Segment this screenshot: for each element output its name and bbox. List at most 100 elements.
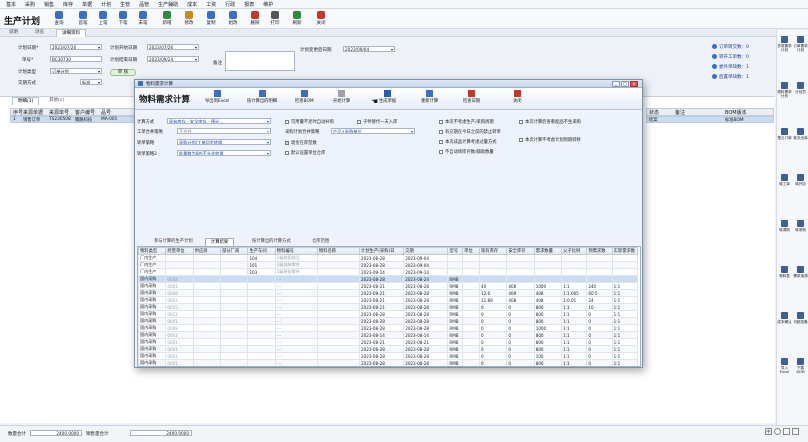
column-header[interactable]: 预需求数	[586, 247, 613, 255]
toolbar-button[interactable]: 首笔	[74, 10, 92, 28]
toolbar-button[interactable]: 查询	[50, 10, 68, 28]
table-row[interactable]: 国内采购 0008 --- 2023-08-21 2023-08-28 RMB 12.6 40…	[138, 289, 639, 297]
doc-no-field[interactable]: BC30730	[50, 56, 102, 62]
toolbar-button[interactable]: 修改	[180, 10, 198, 28]
minimize-icon[interactable]: _	[612, 81, 620, 87]
subtab-plans[interactable]: 参与计算的生产计划	[149, 238, 198, 246]
table-row[interactable]: 国内采购0001---2023-08-282023-08-28RMB008001…	[138, 345, 639, 353]
menu-item[interactable]: 行政	[225, 1, 235, 8]
menu-item[interactable]: 报表	[244, 1, 254, 8]
sidebar-button[interactable]: 导入Excel	[777, 358, 792, 376]
table-row[interactable]: 国内采购 0001 --- 2023-08-14 2023-08-14 RMB 0 0 800 1…	[138, 331, 639, 339]
end-date-field[interactable]: 2023/09/24	[147, 56, 199, 62]
column-header[interactable]: 型号	[447, 247, 464, 255]
convert-select[interactable]: 采购计划/工单同步转换	[177, 139, 271, 145]
close-icon[interactable]: ×	[630, 81, 638, 87]
change-date-field[interactable]: 2023/09/04	[343, 46, 395, 52]
table-row[interactable]: 结案 标准BOM	[646, 116, 774, 123]
table-row[interactable]: 国内采购 0001 --- 2023-08-28 2023-08-28 RMB 0 0 100 1…	[138, 352, 639, 360]
stat-order-transfer[interactable]: 订单转交数：0	[712, 44, 749, 50]
checkbox-auto-purchase[interactable]: 可用量不足时自动补购	[285, 119, 334, 125]
menu-item[interactable]: 维护	[263, 1, 273, 8]
menu-item[interactable]: 基本	[6, 1, 16, 8]
dialog-toolbar-button[interactable]: 重新计算	[421, 90, 438, 108]
dialog-toolbar-button[interactable]: 生成单据	[379, 90, 396, 108]
sidebar-button[interactable]: 物料表	[777, 266, 792, 284]
table-row[interactable]: 国内采购 0009 --- 2023-08-28 2023-08-28 RMB 0 0 1000…	[138, 324, 639, 332]
tab-description[interactable]: 说明	[4, 29, 23, 37]
sidebar-button[interactable]: 转请购	[777, 220, 792, 238]
column-header[interactable]: 现有库存	[478, 247, 508, 255]
column-header[interactable]: 生产车间	[247, 247, 276, 255]
toolbar-button[interactable]: 刷新	[288, 10, 306, 28]
menu-item[interactable]: 库存	[63, 1, 73, 8]
dialog-toolbar-button[interactable]: 检查日期	[463, 90, 480, 108]
toolbar-button[interactable]: 打印	[266, 10, 284, 28]
checkbox-overflow[interactable]: 本次成品计算考虑过量方式	[439, 139, 497, 145]
tab-browse[interactable]: 浏览	[30, 29, 49, 37]
table-row[interactable]: 国内采购0001---2023-08-282023-08-28RMB008001…	[138, 359, 639, 366]
toolbar-button[interactable]: 删除	[246, 10, 264, 28]
menu-item[interactable]: 计划	[101, 1, 111, 8]
table-row[interactable]: 国内采购 0015 --- 2023-08-21 2023-08-28 RMB 0 0 800 1…	[138, 303, 639, 311]
table-row[interactable]: 厂内生产 103 1级装配零件 2023-09-14 2023-09-14	[138, 268, 639, 276]
menu-item[interactable]: 工资	[206, 1, 216, 8]
sidebar-button[interactable]: 下载BOM	[793, 358, 808, 376]
subtab-method[interactable]: 按计算出的计算方式	[247, 238, 296, 246]
settings-icon[interactable]	[783, 428, 790, 435]
column-header[interactable]: 物料名称	[316, 247, 361, 255]
toolbar-button[interactable]: 末笔	[134, 10, 152, 28]
sidebar-button[interactable]: 预占订单	[777, 128, 792, 146]
sidebar-button[interactable]: 计划员	[793, 82, 808, 100]
checkbox-cash-stock[interactable]: ✓ 现金在库型数	[285, 140, 317, 146]
column-header[interactable]: 物料编号	[274, 247, 318, 255]
delivery-select[interactable]: 标准	[80, 79, 102, 85]
stat-post[interactable]: 后置单缺数：1	[712, 74, 749, 80]
sidebar-button[interactable]: 转工单	[777, 174, 792, 192]
table-row[interactable]: 厂内生产 101 1级部装零件 2023-08-28 2023-09-04	[138, 261, 639, 269]
tab-details[interactable]: 详细资料	[56, 29, 86, 37]
sidebar-button[interactable]: 批次出库	[793, 128, 808, 146]
menu-item[interactable]: 单据	[82, 1, 92, 8]
column-header[interactable]: 计划生产(采购)日	[359, 247, 405, 255]
column-header[interactable]: 实际需求数	[611, 247, 639, 255]
dialog-toolbar-button[interactable]: 导出到Excel	[205, 90, 229, 108]
plan-type-select[interactable]: 订单计划	[50, 68, 102, 74]
toolbar-button[interactable]: 组改	[224, 10, 242, 28]
column-header[interactable]: 父子比例	[561, 247, 588, 255]
menu-item[interactable]: 生产辅助	[158, 1, 178, 8]
column-header[interactable]: 单位	[462, 247, 480, 255]
column-header[interactable]: 安全库存	[506, 247, 535, 255]
column-header[interactable]: 交期	[403, 247, 449, 255]
sidebar-button[interactable]: 多笔需求计划	[777, 36, 792, 54]
sidebar-button[interactable]: 成本确认	[777, 312, 792, 330]
sidebar-button[interactable]: 订单需求计划	[793, 36, 808, 54]
convert2-select[interactable]: 批量数为0的不允许转换	[177, 150, 271, 156]
calc-method-select[interactable]: 现有库存 - 安全库存 - 预计...	[167, 118, 271, 124]
checkbox-view-match[interactable]: 本次计算后查看配品不生采购	[519, 119, 581, 125]
table-row[interactable]: 国内采购 0001 --- 2023-08-21 2023-08-28 RMB 40 408 1…	[138, 282, 639, 290]
table-row[interactable]: 厂内生产 104 1级装配成品 2023-08-28 2023-09-04	[138, 254, 639, 262]
checkbox-default-unit[interactable]: 默认设置单位仓库	[285, 150, 325, 156]
toolbar-button[interactable]: 关闭	[312, 10, 330, 28]
checkbox-ignore-expiry[interactable]: 本次计算不考虑计划到期转移	[519, 137, 581, 143]
checkbox-substitute[interactable]: 子件替代一天入库	[357, 119, 397, 125]
keyboard-icon[interactable]	[792, 428, 799, 435]
column-header[interactable]: 需求数量	[533, 247, 563, 255]
table-row[interactable]: 国内采购 0004 --- 2023-08-28 2023-08-24 RMB	[138, 275, 639, 283]
table-row[interactable]: 1 销售订单 TS230508 腾路科技 MA-001	[10, 116, 136, 123]
menu-item[interactable]: 生管	[120, 1, 130, 8]
sidebar-button[interactable]: 物料需求计划	[777, 82, 792, 100]
remark-field[interactable]	[225, 51, 295, 71]
column-header[interactable]: 部分厂商	[220, 247, 249, 255]
dialog-toolbar-button[interactable]: 开始计算	[333, 90, 350, 108]
table-row[interactable]: 国内采购0001---2023-08-282023-08-28RMB008001…	[138, 317, 639, 325]
plan-date-field[interactable]: 2023/07/26	[50, 44, 102, 50]
sidebar-button[interactable]: 需求追溯	[793, 266, 808, 284]
column-header[interactable]: 物料类型	[138, 247, 167, 255]
results-grid[interactable]: 物料类型 经营单位 供应商 部分厂商 生产车间 物料编号 物料名称 计划生产(采购)日 交期 型号…	[137, 246, 641, 367]
audit-pill[interactable]: 审 核	[110, 69, 136, 76]
checkbox-forbid-past[interactable]: 有交期在今日之前的禁止转单	[439, 129, 501, 135]
checkbox-no-auto-stock[interactable]: 不自动转库存数/辅助数量	[439, 149, 494, 155]
toolbar-button[interactable]: 复制	[202, 10, 220, 28]
